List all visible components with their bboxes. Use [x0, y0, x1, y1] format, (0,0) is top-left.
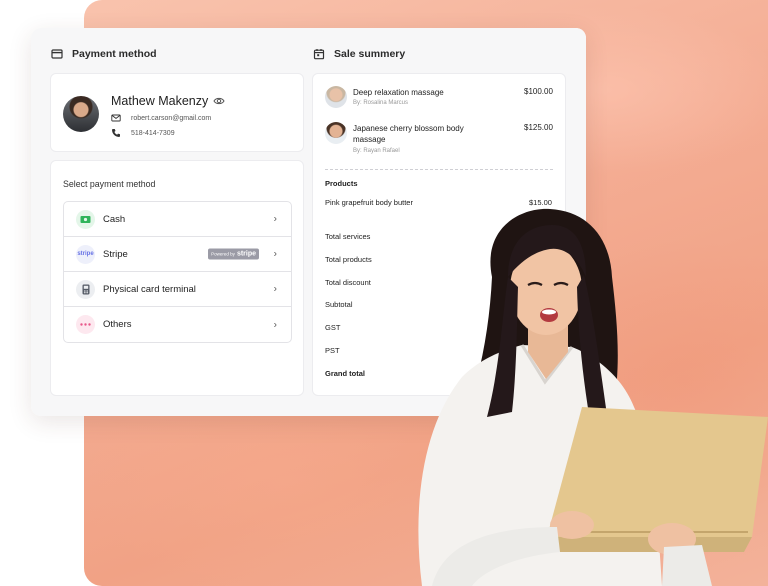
payment-option-label: Others [103, 319, 132, 330]
payment-option-label: Physical card terminal [103, 283, 196, 295]
service-name: Deep relaxation massage [353, 88, 444, 97]
avatar [325, 86, 347, 108]
service-name: Japanese cherry blossom body massage [353, 124, 464, 144]
payment-option-others[interactable]: Others › [64, 307, 291, 342]
payment-method-header: Payment method [51, 48, 157, 60]
select-payment-method-label: Select payment method [63, 179, 156, 189]
card-icon [51, 49, 63, 59]
sale-summary-header: Sale summery [313, 48, 405, 60]
service-item: Japanese cherry blossom body massage By:… [325, 122, 555, 158]
subtotal-label: Subtotal [325, 300, 353, 309]
more-dots-icon [76, 315, 95, 334]
avatar [325, 122, 347, 144]
gst-label: GST [325, 323, 341, 332]
sale-summary-title: Sale summery [334, 48, 406, 60]
customer-name-row: Mathew Makenzy [111, 94, 225, 108]
mail-icon [111, 114, 121, 122]
pst-label: PST [325, 346, 340, 355]
payment-option-card-terminal[interactable]: Physical card terminal › [64, 272, 291, 307]
total-services-label: Total services [325, 232, 371, 241]
grand-total-label: Grand total [325, 369, 366, 378]
payment-method-panel: Select payment method Cash › stripe Stri… [50, 160, 304, 396]
card-terminal-icon [76, 279, 95, 299]
total-discount-label: Total discount [325, 278, 371, 287]
divider [325, 169, 553, 170]
chevron-right-icon: › [273, 319, 277, 330]
service-provider: By: Rayan Rafael [353, 148, 400, 154]
service-item: Deep relaxation massage By: Rosalina Mar… [325, 86, 555, 112]
payment-method-list: Cash › stripe Stripe Powered by stripe ›… [63, 201, 292, 343]
total-products-label: Total products [325, 255, 372, 264]
calendar-icon [313, 49, 325, 60]
stripe-icon: stripe [76, 244, 95, 264]
eye-icon[interactable] [213, 95, 225, 107]
powered-by-stripe-badge: Powered by stripe [208, 248, 259, 260]
customer-email: robert.carson@gmail.com [131, 114, 212, 122]
phone-icon [112, 129, 120, 137]
payment-option-stripe[interactable]: stripe Stripe Powered by stripe › [64, 237, 291, 272]
woman-with-laptop-image [418, 208, 768, 586]
service-provider: By: Rosalina Marcus [353, 100, 409, 106]
product-price: $15.00 [529, 198, 552, 207]
chevron-right-icon: › [273, 248, 277, 260]
payment-option-cash[interactable]: Cash › [64, 202, 291, 237]
avatar [63, 96, 99, 132]
customer-name: Mathew Makenzy [111, 94, 209, 108]
product-name: Pink grapefruit body butter [325, 198, 413, 207]
customer-phone: 518-414-7309 [131, 129, 175, 137]
customer-panel: Mathew Makenzy robert.carson@gmail.com 5… [50, 73, 304, 152]
customer-phone-row: 518-414-7309 [111, 128, 175, 138]
cash-icon [76, 209, 95, 229]
payment-method-title: Payment method [72, 48, 157, 60]
service-price: $125.00 [524, 123, 553, 132]
products-heading: Products [325, 179, 358, 188]
payment-option-label: Cash [103, 213, 126, 225]
chevron-right-icon: › [273, 283, 277, 295]
payment-option-label: Stripe [103, 248, 128, 260]
stripe-brand-text: stripe [236, 250, 256, 258]
powered-by-text: Powered by [211, 251, 235, 257]
customer-email-row: robert.carson@gmail.com [111, 113, 211, 123]
chevron-right-icon: › [273, 213, 277, 225]
service-price: $100.00 [524, 87, 553, 96]
